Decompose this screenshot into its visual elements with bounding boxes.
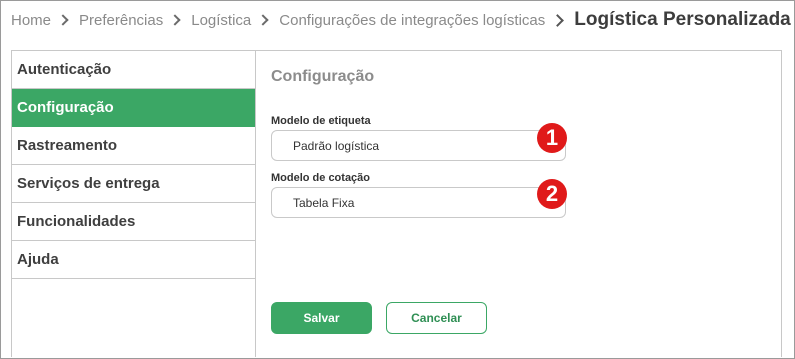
main-content: Configuração Modelo de etiqueta Padrão l…	[271, 51, 781, 357]
chevron-right-icon	[257, 14, 269, 26]
marker-badge-1: 1	[537, 123, 567, 153]
label-modelo-cotacao: Modelo de cotação	[271, 172, 371, 184]
breadcrumb-integracoes[interactable]: Configurações de integrações logísticas	[279, 12, 545, 29]
chevron-right-icon	[551, 13, 565, 27]
marker-badge-2: 2	[537, 179, 567, 209]
sidebar-item-autenticacao[interactable]: Autenticação	[12, 51, 255, 89]
label-modelo-etiqueta: Modelo de etiqueta	[271, 115, 371, 127]
page-title: Logística Personalizada	[574, 9, 791, 30]
breadcrumb-home[interactable]: Home	[11, 12, 51, 29]
settings-panel: Autenticação Configuração Rastreamento S…	[11, 50, 782, 357]
section-title: Configuração	[271, 68, 375, 85]
breadcrumb-preferencias[interactable]: Preferências	[79, 12, 163, 29]
chevron-right-icon	[169, 14, 181, 26]
save-button[interactable]: Salvar	[271, 302, 372, 334]
sidebar: Autenticação Configuração Rastreamento S…	[12, 51, 256, 357]
sidebar-item-rastreamento[interactable]: Rastreamento	[12, 127, 255, 165]
chevron-right-icon	[57, 14, 69, 26]
sidebar-item-configuracao[interactable]: Configuração	[12, 89, 255, 127]
modelo-cotacao-select[interactable]: Tabela Fixa	[271, 187, 566, 218]
modelo-etiqueta-select[interactable]: Padrão logística	[271, 130, 566, 161]
sidebar-item-ajuda[interactable]: Ajuda	[12, 241, 255, 279]
sidebar-item-servicos-de-entrega[interactable]: Serviços de entrega	[12, 165, 255, 203]
breadcrumb-logistica[interactable]: Logística	[191, 12, 251, 29]
cancel-button[interactable]: Cancelar	[386, 302, 487, 334]
breadcrumb: Home Preferências Logística Configuraçõe…	[11, 7, 791, 33]
sidebar-item-funcionalidades[interactable]: Funcionalidades	[12, 203, 255, 241]
